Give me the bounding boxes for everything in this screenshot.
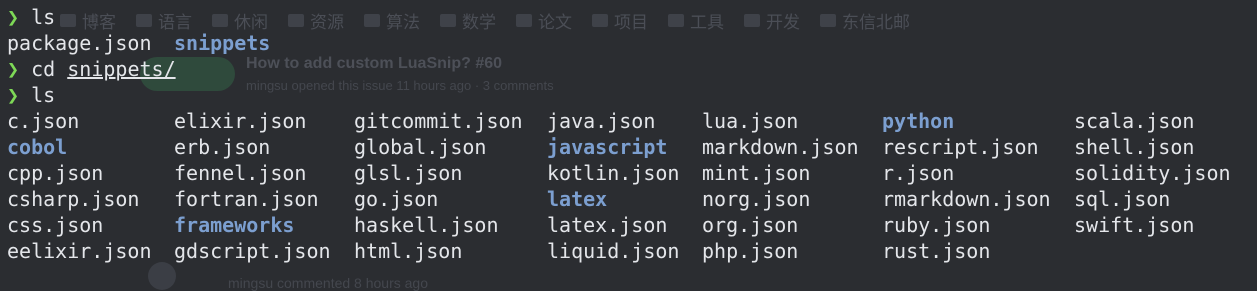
terminal-line-1: ❯ ls <box>7 4 1257 30</box>
file-entry: css.json <box>7 213 104 237</box>
directory-entry: python <box>882 109 955 133</box>
file-entry: html.json <box>354 239 463 263</box>
file-entry: kotlin.json <box>547 161 680 185</box>
file-entry: fennel.json <box>174 161 307 185</box>
background-avatar <box>148 262 176 290</box>
file-entry: global.json <box>354 135 487 159</box>
file-entry: gitcommit.json <box>354 109 523 133</box>
command-text: cd <box>31 57 56 81</box>
file-entry: cpp.json <box>7 161 104 185</box>
file-entry: package.json <box>7 31 152 55</box>
directory-entry: cobol <box>7 135 68 159</box>
ls-column: c.json cobol cpp.json csharp.json css.json ee… <box>7 108 152 264</box>
file-entry: swift.json <box>1074 213 1195 237</box>
directory-entry: latex <box>547 187 608 211</box>
ls-column: elixir.json erb.json fennel.json fortran.js… <box>174 108 331 264</box>
file-entry: rmarkdown.json <box>882 187 1051 211</box>
command-text: ls <box>31 83 56 107</box>
file-entry: shell.json <box>1074 135 1195 159</box>
file-entry: erb.json <box>174 135 271 159</box>
file-entry: r.json <box>882 161 955 185</box>
ls-column: gitcommit.json global.json glsl.json go.jso… <box>354 108 523 264</box>
file-entry: mint.json <box>702 161 811 185</box>
file-entry: solidity.json <box>1074 161 1231 185</box>
file-entry: ruby.json <box>882 213 991 237</box>
file-entry: fortran.json <box>174 187 319 211</box>
file-entry: gdscript.json <box>174 239 331 263</box>
file-entry: php.json <box>702 239 799 263</box>
terminal-line-4: ❯ ls <box>7 82 1257 108</box>
ls-column: lua.json markdown.json mint.json norg.json o… <box>702 108 859 264</box>
file-entry: scala.json <box>1074 109 1195 133</box>
file-entry: latex.json <box>547 213 668 237</box>
file-entry: java.json <box>547 109 656 133</box>
file-entry: liquid.json <box>547 239 680 263</box>
file-entry: lua.json <box>702 109 799 133</box>
background-comment-meta: mingsu commented 8 hours ago <box>228 275 428 291</box>
prompt-symbol: ❯ <box>7 57 20 81</box>
prompt-symbol: ❯ <box>7 83 20 107</box>
directory-entry: frameworks <box>174 213 295 237</box>
ls-column: java.json javascript kotlin.json latex latex… <box>547 108 679 264</box>
terminal-output[interactable]: ❯ ls package.json snippets ❯ cd snippets/… <box>7 4 1257 264</box>
file-entry: c.json <box>7 109 80 133</box>
file-entry: org.json <box>702 213 799 237</box>
file-entry: norg.json <box>702 187 811 211</box>
prompt-symbol: ❯ <box>7 5 20 29</box>
file-entry: rescript.json <box>882 135 1039 159</box>
file-entry: go.json <box>354 187 439 211</box>
file-entry: glsl.json <box>354 161 463 185</box>
ls-column: python rescript.json r.json rmarkdown.json r… <box>882 108 1051 264</box>
file-entry: rust.json <box>882 239 991 263</box>
file-entry: elixir.json <box>174 109 307 133</box>
directory-entry: snippets <box>174 31 271 55</box>
file-entry: csharp.json <box>7 187 140 211</box>
command-argument: snippets/ <box>67 57 176 81</box>
directory-entry: javascript <box>547 135 668 159</box>
terminal-line-2: package.json snippets <box>7 30 1257 56</box>
command-text: ls <box>31 5 56 29</box>
terminal-line-3: ❯ cd snippets/ <box>7 56 1257 82</box>
file-entry: markdown.json <box>702 135 859 159</box>
file-entry: haskell.json <box>354 213 499 237</box>
ls-output-grid: c.json cobol cpp.json csharp.json css.json ee… <box>7 108 1257 264</box>
file-entry: eelixir.json <box>7 239 152 263</box>
ls-column: scala.json shell.json solidity.json sql.jso… <box>1074 108 1231 238</box>
file-entry: sql.json <box>1074 187 1171 211</box>
